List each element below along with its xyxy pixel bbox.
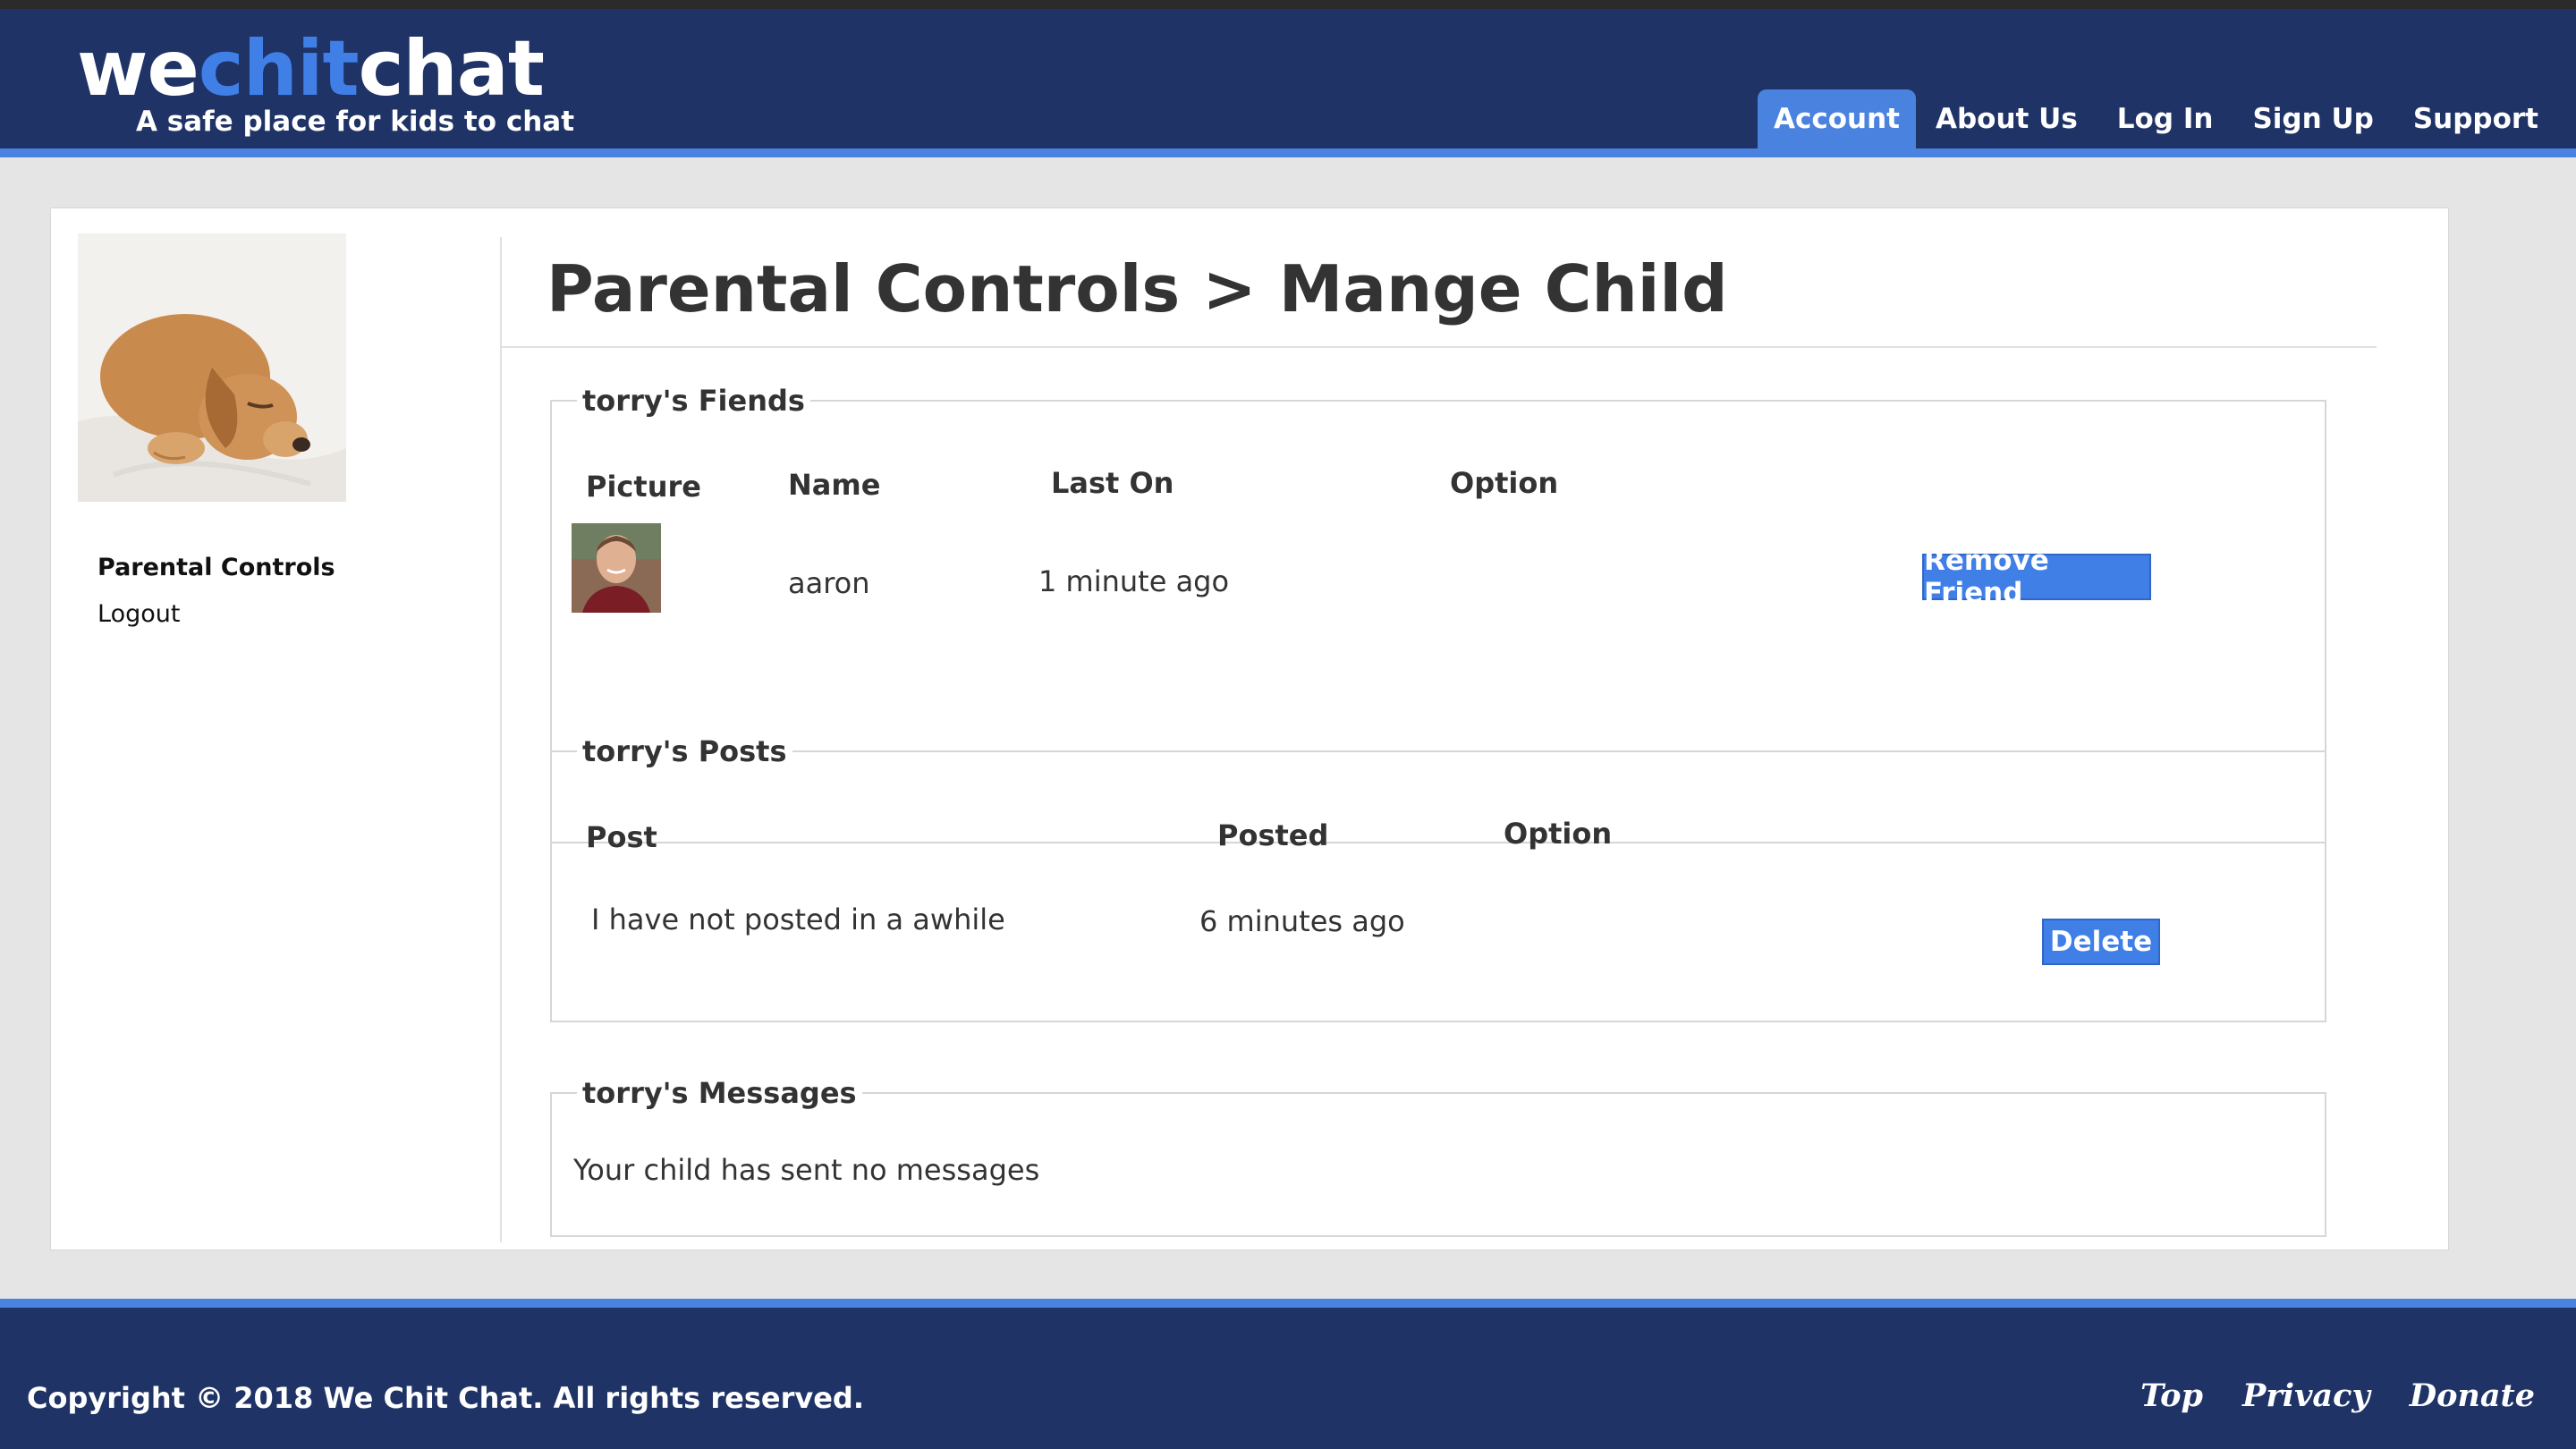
site-logo[interactable]: wechitchat <box>77 24 545 114</box>
footer-link-top[interactable]: Top <box>2140 1377 2203 1414</box>
friends-header-option: Option <box>1450 466 1559 500</box>
posts-header-option: Option <box>1504 817 1613 851</box>
sidebar-menu: Parental Controls Logout <box>97 545 335 638</box>
remove-friend-button[interactable]: Remove Friend <box>1922 545 2151 609</box>
nav-sign-up[interactable]: Sign Up <box>2233 89 2393 148</box>
friends-legend: torry's Fiends <box>582 384 805 418</box>
friends-header-last-on: Last On <box>1051 466 1174 500</box>
post-time: 6 minutes ago <box>1199 904 1405 938</box>
footer-accent-stripe <box>0 1299 2576 1308</box>
copyright-text: Copyright © 2018 We Chit Chat. All right… <box>27 1381 864 1415</box>
friend-avatar <box>572 523 661 613</box>
footer-link-privacy[interactable]: Privacy <box>2242 1377 2370 1414</box>
messages-section: torry's Messages Your child has sent no … <box>550 1076 2326 1237</box>
nav-about-us[interactable]: About Us <box>1916 89 2097 148</box>
sidebar-link-logout[interactable]: Logout <box>97 591 335 638</box>
header-accent-stripe <box>0 148 2576 157</box>
site-tagline: A safe place for kids to chat <box>136 106 575 138</box>
header-top-shadow <box>0 0 2576 9</box>
posts-legend: torry's Posts <box>582 734 787 768</box>
friend-name: aaron <box>788 566 870 600</box>
post-text: I have not posted in a awhile <box>591 902 1005 936</box>
sidebar-divider <box>500 237 502 1242</box>
logo-part-chat: chat <box>358 24 545 114</box>
messages-empty-text: Your child has sent no messages <box>573 1153 1040 1187</box>
posts-section: torry's Posts Post Posted Option I have … <box>550 734 2326 1022</box>
content-card: Parental Controls Logout Parental Contro… <box>50 208 2449 1250</box>
posts-header-post: Post <box>586 820 657 854</box>
profile-avatar <box>78 233 346 502</box>
logo-part-we: we <box>77 24 199 114</box>
footer-link-donate[interactable]: Donate <box>2410 1377 2535 1414</box>
main-nav: Account About Us Log In Sign Up Support <box>1758 89 2558 148</box>
nav-log-in[interactable]: Log In <box>2097 89 2233 148</box>
site-header: wechitchat A safe place for kids to chat… <box>0 0 2576 157</box>
title-divider <box>502 346 2377 348</box>
nav-account[interactable]: Account <box>1758 89 1916 148</box>
friends-header-picture: Picture <box>586 470 701 504</box>
puppy-image <box>78 233 346 502</box>
site-footer: Copyright © 2018 We Chit Chat. All right… <box>0 1299 2576 1449</box>
logo-part-chit: chit <box>198 24 360 114</box>
posts-header-posted: Posted <box>1217 818 1329 852</box>
friend-last-on: 1 minute ago <box>1038 564 1230 598</box>
delete-post-button[interactable]: Delete <box>2042 919 2160 965</box>
messages-legend: torry's Messages <box>582 1076 857 1110</box>
page-title: Parental Controls > Mange Child <box>547 251 1728 326</box>
person-icon <box>572 523 661 613</box>
friends-header-name: Name <box>788 468 881 502</box>
nav-support[interactable]: Support <box>2394 89 2558 148</box>
sidebar-link-parental-controls[interactable]: Parental Controls <box>97 545 335 591</box>
footer-links: Top Privacy Donate <box>2101 1377 2535 1414</box>
